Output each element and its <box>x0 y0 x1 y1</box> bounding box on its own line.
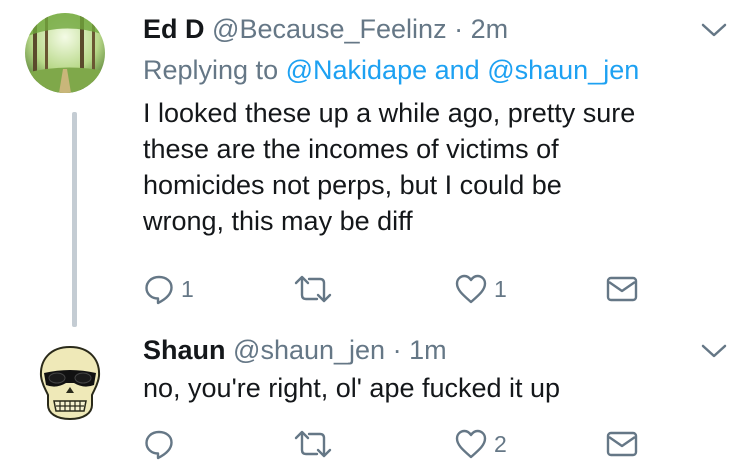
retweet-button[interactable] <box>293 427 339 461</box>
retweet-icon <box>294 275 332 303</box>
tweet-actions: 1 1 <box>143 272 703 306</box>
like-button[interactable]: 2 <box>454 427 507 461</box>
direct-message-button[interactable] <box>605 272 639 306</box>
retweet-button[interactable] <box>293 272 339 306</box>
tweet-1[interactable]: Ed D @Because_Feelinz · 2m Replying to @… <box>0 0 749 330</box>
tweet-text-line: I looked these up a while ago, pretty su… <box>143 98 636 128</box>
tweet-text: no, you're right, ol' ape fucked it up <box>143 370 733 406</box>
mention-conjunction: and <box>434 55 480 85</box>
reply-icon <box>145 275 173 305</box>
envelope-icon <box>606 276 638 302</box>
tweet-text-line: no, you're right, ol' ape fucked it up <box>143 373 561 403</box>
tweet-actions: 2 <box>143 427 703 461</box>
display-name[interactable]: Ed D <box>143 14 205 44</box>
heart-icon <box>455 429 487 459</box>
separator-dot: · <box>392 335 402 365</box>
mention-link[interactable]: @Nakidape <box>286 55 428 85</box>
reply-icon <box>145 430 173 460</box>
timestamp[interactable]: 2m <box>471 14 509 44</box>
reply-button[interactable] <box>143 427 181 461</box>
replying-to-label: Replying to <box>143 55 279 85</box>
replying-to: Replying to @Nakidape and @shaun_jen <box>143 54 639 86</box>
chevron-down-icon[interactable] <box>701 343 727 359</box>
like-count: 1 <box>494 275 507 302</box>
heart-icon <box>455 274 487 304</box>
mention-link[interactable]: @shaun_jen <box>487 55 639 85</box>
tweet-text: I looked these up a while ago, pretty su… <box>143 95 733 239</box>
user-handle[interactable]: @Because_Feelinz <box>212 14 447 44</box>
direct-message-button[interactable] <box>605 427 639 461</box>
tweet-text-line: homicides not perps, but I could be <box>143 170 562 200</box>
envelope-icon <box>606 431 638 457</box>
retweet-icon <box>294 430 332 458</box>
avatar-shaun[interactable] <box>30 343 110 423</box>
tweet-header: Ed D @Because_Feelinz · 2m <box>143 13 508 45</box>
avatar-ed-d[interactable] <box>25 13 105 93</box>
timestamp[interactable]: 1m <box>409 335 447 365</box>
tweet-header: Shaun @shaun_jen · 1m <box>143 334 447 366</box>
tweet-text-line: these are the incomes of victims of <box>143 134 559 164</box>
separator-dot: · <box>454 14 464 44</box>
reply-button[interactable]: 1 <box>143 272 194 306</box>
tweet-2[interactable]: Shaun @shaun_jen · 1m no, you're right, … <box>0 330 749 474</box>
like-button[interactable]: 1 <box>454 272 507 306</box>
reply-count: 1 <box>181 275 194 302</box>
tweet-text-line: wrong, this may be diff <box>143 206 413 236</box>
chevron-down-icon[interactable] <box>701 22 727 38</box>
skull-sunglasses-icon <box>39 345 101 421</box>
thread-line <box>72 112 77 327</box>
forest-photo-icon <box>25 13 105 93</box>
user-handle[interactable]: @shaun_jen <box>233 335 385 365</box>
display-name[interactable]: Shaun <box>143 335 226 365</box>
like-count: 2 <box>494 430 507 457</box>
